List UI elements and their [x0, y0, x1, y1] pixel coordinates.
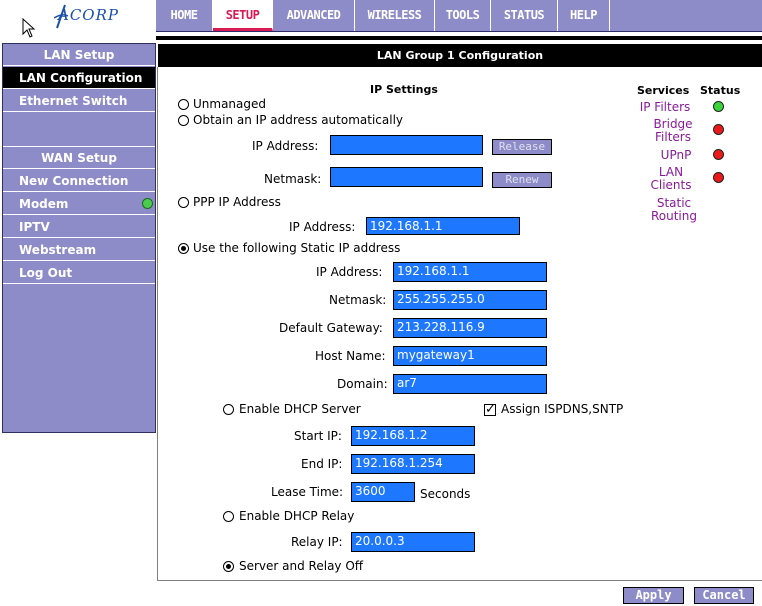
- end-ip-input[interactable]: 192.168.1.254: [351, 454, 475, 474]
- release-button[interactable]: Release: [492, 139, 552, 155]
- auto-netmask-input[interactable]: [330, 167, 483, 187]
- label-auto-ip: IP Address:: [252, 139, 319, 153]
- sidebar-item-webstream[interactable]: Webstream: [3, 239, 155, 261]
- assign-ispdns-checkbox[interactable]: ✓: [484, 402, 496, 417]
- mouse-cursor-icon: [22, 18, 36, 38]
- label-ppp: PPP IP Address: [193, 195, 281, 209]
- sidebar-item-modem-label: Modem: [19, 197, 69, 211]
- lan-clients-status-led-icon: [713, 172, 724, 183]
- label-gateway: Default Gateway:: [279, 321, 383, 335]
- radio-server-relay-off[interactable]: [223, 561, 234, 572]
- upnp-status-led-icon: [713, 149, 724, 160]
- host-name-input[interactable]: mygateway1: [393, 346, 547, 366]
- radio-unmanaged[interactable]: [178, 99, 189, 110]
- tab-tools[interactable]: TOOLS: [435, 0, 491, 31]
- section-title: IP Settings: [370, 83, 438, 96]
- sidebar-item-log-out[interactable]: Log Out: [3, 262, 155, 284]
- label-obtain-auto: Obtain an IP address automatically: [193, 113, 404, 127]
- services-header: Services: [637, 84, 690, 97]
- static-ip-input[interactable]: 192.168.1.1: [393, 262, 547, 282]
- label-host-name: Host Name:: [315, 349, 386, 363]
- service-upnp[interactable]: UPnP: [643, 149, 709, 162]
- tab-status[interactable]: STATUS: [491, 0, 558, 31]
- sidebar: LAN Setup LAN Configuration Ethernet Swi…: [2, 43, 156, 433]
- label-auto-netmask: Netmask:: [264, 172, 322, 186]
- sidebar-item-new-connection[interactable]: New Connection: [3, 170, 155, 192]
- top-navigation: HOME SETUP ADVANCED WIRELESS TOOLS STATU…: [156, 0, 762, 32]
- label-server-relay-off: Server and Relay Off: [239, 559, 364, 573]
- status-header: Status: [700, 84, 741, 97]
- gateway-input[interactable]: 213.228.116.9: [393, 318, 547, 338]
- bridge-filters-line2: Filters: [655, 130, 691, 144]
- label-assign-ispdns: Assign ISPDNS,SNTP: [501, 402, 624, 416]
- radio-dhcp-relay[interactable]: [223, 511, 234, 522]
- label-lease-time: Lease Time:: [271, 485, 344, 499]
- static-routing-line2: Routing: [650, 209, 697, 223]
- tab-advanced[interactable]: ADVANCED: [273, 0, 355, 31]
- label-dhcp-server: Enable DHCP Server: [239, 402, 361, 416]
- label-static: Use the following Static IP address: [193, 241, 401, 255]
- label-seconds: Seconds: [420, 487, 471, 501]
- service-static-routing[interactable]: Static Routing: [636, 197, 712, 223]
- tab-help[interactable]: HELP: [558, 0, 610, 31]
- label-start-ip: Start IP:: [294, 429, 342, 443]
- renew-button[interactable]: Renew: [492, 172, 552, 188]
- label-end-ip: End IP:: [301, 457, 343, 471]
- lan-clients-line2: Clients: [650, 178, 692, 192]
- start-ip-input[interactable]: 192.168.1.2: [351, 426, 475, 446]
- radio-obtain-auto[interactable]: [178, 115, 189, 126]
- sidebar-spacer: [3, 113, 155, 147]
- page-title: LAN Group 1 Configuration: [158, 44, 762, 67]
- nav-divider: [156, 36, 762, 40]
- sidebar-header-lan: LAN Setup: [3, 44, 155, 66]
- sidebar-item-lan-configuration[interactable]: LAN Configuration: [3, 67, 155, 89]
- sidebar-item-modem[interactable]: Modem: [3, 193, 155, 215]
- label-static-netmask: Netmask:: [329, 293, 387, 307]
- bridge-filters-status-led-icon: [713, 124, 724, 135]
- sidebar-item-iptv[interactable]: IPTV: [3, 216, 155, 238]
- radio-static[interactable]: [178, 243, 189, 254]
- relay-ip-input[interactable]: 20.0.0.3: [351, 532, 475, 552]
- sidebar-header-wan: WAN Setup: [3, 147, 155, 169]
- label-relay-ip: Relay IP:: [291, 535, 343, 549]
- tab-home[interactable]: HOME: [156, 0, 213, 31]
- radio-ppp[interactable]: [178, 197, 189, 208]
- tab-setup[interactable]: SETUP: [213, 0, 273, 31]
- check-mark-icon: ✓: [485, 402, 496, 417]
- static-netmask-input[interactable]: 255.255.255.0: [393, 290, 547, 310]
- domain-input[interactable]: ar7: [393, 374, 547, 394]
- label-domain: Domain:: [337, 377, 388, 391]
- service-bridge-filters[interactable]: Bridge Filters: [640, 118, 706, 144]
- ppp-ip-input[interactable]: 192.168.1.1: [366, 217, 520, 235]
- cancel-button[interactable]: Cancel: [694, 587, 754, 604]
- service-lan-clients[interactable]: LAN Clients: [638, 166, 704, 192]
- service-ip-filters[interactable]: IP Filters: [632, 101, 698, 114]
- tab-wireless[interactable]: WIRELESS: [355, 0, 435, 31]
- label-dhcp-relay: Enable DHCP Relay: [239, 509, 355, 523]
- label-static-ip: IP Address:: [316, 265, 383, 279]
- lease-time-input[interactable]: 3600: [351, 482, 415, 502]
- modem-status-led-icon: [142, 198, 153, 209]
- label-ppp-ip: IP Address:: [289, 220, 356, 234]
- label-unmanaged: Unmanaged: [193, 97, 267, 111]
- sidebar-item-ethernet-switch[interactable]: Ethernet Switch: [3, 90, 155, 112]
- auto-ip-input[interactable]: [330, 135, 483, 155]
- radio-dhcp-server[interactable]: [223, 404, 234, 415]
- brand-logo[interactable]: ACORP: [58, 6, 119, 24]
- apply-button[interactable]: Apply: [623, 587, 684, 604]
- ip-filters-status-led-icon: [713, 101, 724, 112]
